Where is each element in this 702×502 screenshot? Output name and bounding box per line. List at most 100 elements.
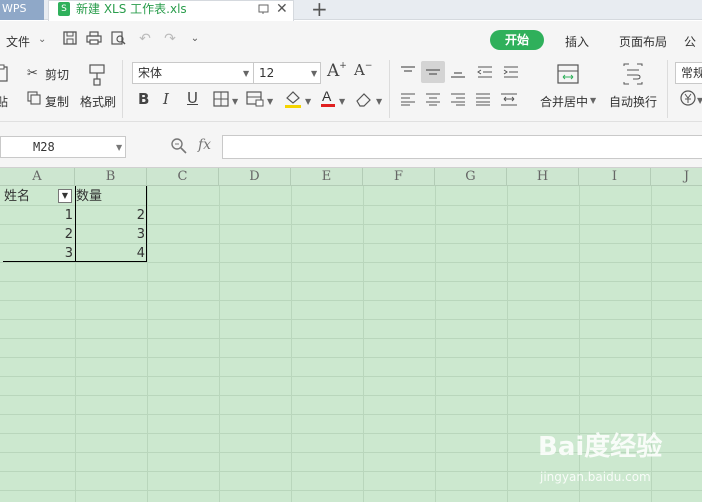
- italic-icon[interactable]: I: [163, 90, 169, 108]
- file-menu[interactable]: 文件: [6, 33, 30, 50]
- print-icon[interactable]: [86, 31, 102, 47]
- column-header-g[interactable]: G: [435, 168, 507, 186]
- grid-row-line: [0, 319, 702, 320]
- tab-start[interactable]: 开始: [490, 30, 544, 50]
- function-icon[interactable]: fx: [198, 137, 211, 153]
- cell-style-icon[interactable]: [246, 91, 264, 107]
- align-center-icon[interactable]: [425, 92, 441, 106]
- cell-a1[interactable]: 姓名: [4, 187, 56, 206]
- paste-label[interactable]: 贴: [0, 93, 8, 110]
- column-header-i[interactable]: I: [579, 168, 651, 186]
- scissors-icon[interactable]: ✂: [27, 66, 38, 81]
- window-restore-icon[interactable]: [258, 3, 270, 15]
- tab-page-layout[interactable]: 页面布局: [619, 33, 667, 50]
- cell-b2[interactable]: 2: [76, 206, 147, 225]
- copy-button[interactable]: 复制: [45, 93, 69, 110]
- grid-row-line: [0, 490, 702, 491]
- grid-column-line: [291, 186, 292, 502]
- chevron-down-icon[interactable]: ▼: [267, 97, 273, 106]
- column-header-f[interactable]: F: [363, 168, 435, 186]
- column-header-j[interactable]: J: [651, 168, 702, 186]
- format-painter-icon[interactable]: [87, 63, 107, 87]
- font-name-combo[interactable]: 宋体: [132, 62, 254, 84]
- fill-color-icon[interactable]: [283, 89, 303, 109]
- paste-icon[interactable]: [0, 64, 8, 82]
- chevron-down-icon[interactable]: ▼: [305, 97, 311, 106]
- formula-input[interactable]: [222, 135, 702, 159]
- ribbon-divider: [389, 60, 390, 118]
- align-left-icon[interactable]: [400, 92, 416, 106]
- column-header-h[interactable]: H: [507, 168, 579, 186]
- bold-icon[interactable]: B: [138, 90, 149, 108]
- cell-b4[interactable]: 4: [76, 244, 147, 263]
- font-color-icon[interactable]: A: [320, 88, 336, 108]
- document-title: 新建 XLS 工作表.xls: [76, 2, 187, 16]
- merge-center-button[interactable]: 合并居中: [540, 93, 588, 110]
- number-format-combo[interactable]: 常规: [675, 62, 702, 84]
- underline-icon[interactable]: U: [187, 89, 198, 107]
- column-header-a[interactable]: A: [0, 168, 75, 186]
- currency-icon[interactable]: [679, 89, 697, 107]
- tab-formulas[interactable]: 公: [684, 33, 696, 50]
- copy-icon[interactable]: [27, 91, 41, 105]
- align-top-icon[interactable]: [400, 65, 416, 79]
- increase-font-icon[interactable]: A+: [327, 61, 347, 81]
- grid-column-line: [219, 186, 220, 502]
- column-header-d[interactable]: D: [219, 168, 291, 186]
- align-bottom-icon[interactable]: [450, 65, 466, 79]
- redo-icon[interactable]: ↷: [162, 31, 178, 47]
- cell-b1[interactable]: 数量: [76, 187, 146, 206]
- chevron-down-icon[interactable]: ▼: [243, 69, 249, 78]
- tab-insert[interactable]: 插入: [565, 33, 589, 50]
- increase-indent-icon[interactable]: [503, 65, 519, 79]
- column-header-e[interactable]: E: [291, 168, 363, 186]
- cell-a2[interactable]: 1: [4, 206, 75, 225]
- format-painter-button[interactable]: 格式刷: [80, 93, 116, 110]
- cut-button[interactable]: 剪切: [45, 66, 69, 83]
- merge-center-icon[interactable]: [556, 63, 580, 85]
- customize-toolbar-chevron-icon[interactable]: ⌄: [187, 31, 203, 47]
- grid-row-line: [0, 395, 702, 396]
- distributed-align-icon[interactable]: [500, 92, 518, 106]
- wrap-text-button[interactable]: 自动换行: [609, 93, 657, 110]
- baidu-jingyan-watermark: Bai度经验: [538, 432, 663, 462]
- chevron-down-icon[interactable]: ▼: [339, 97, 345, 106]
- print-preview-icon[interactable]: [111, 31, 127, 47]
- save-icon[interactable]: [62, 31, 78, 47]
- column-header-c[interactable]: C: [147, 168, 219, 186]
- chevron-down-icon[interactable]: ▼: [311, 69, 317, 78]
- chevron-down-icon[interactable]: ▼: [697, 96, 702, 105]
- grid-row-line: [0, 376, 702, 377]
- cell-a4[interactable]: 3: [4, 244, 75, 263]
- close-tab-icon[interactable]: ✕: [276, 2, 288, 16]
- align-middle-button[interactable]: [421, 61, 445, 83]
- wps-home-tab[interactable]: WPS: [0, 0, 44, 20]
- undo-icon[interactable]: ↶: [137, 31, 153, 47]
- borders-icon[interactable]: [213, 91, 229, 107]
- align-middle-icon: [426, 69, 440, 75]
- chevron-down-icon[interactable]: ⌄: [38, 34, 46, 45]
- add-tab-icon[interactable]: +: [311, 0, 329, 19]
- eraser-icon[interactable]: [355, 91, 373, 107]
- grid-column-line: [147, 186, 148, 502]
- name-box[interactable]: M28: [0, 136, 126, 158]
- align-right-icon[interactable]: [450, 92, 466, 106]
- chevron-down-icon[interactable]: ▼: [116, 143, 122, 152]
- cell-a3[interactable]: 2: [4, 225, 75, 244]
- grid-column-line: [507, 186, 508, 502]
- chevron-down-icon[interactable]: ▼: [232, 97, 238, 106]
- zoom-icon[interactable]: [170, 137, 188, 155]
- justify-icon[interactable]: [475, 92, 491, 106]
- decrease-indent-icon[interactable]: [477, 65, 493, 79]
- wrap-text-icon[interactable]: [621, 63, 645, 85]
- filter-dropdown-icon[interactable]: ▼: [58, 189, 72, 203]
- chevron-down-icon[interactable]: ▼: [376, 97, 382, 106]
- column-header-b[interactable]: B: [75, 168, 147, 186]
- grid-column-line: [363, 186, 364, 502]
- decrease-font-icon[interactable]: A−: [354, 61, 372, 79]
- grid-row-line: [0, 300, 702, 301]
- chevron-down-icon[interactable]: ▼: [590, 96, 596, 105]
- grid-row-line: [0, 414, 702, 415]
- cell-b3[interactable]: 3: [76, 225, 147, 244]
- spreadsheet-icon: S: [58, 2, 70, 16]
